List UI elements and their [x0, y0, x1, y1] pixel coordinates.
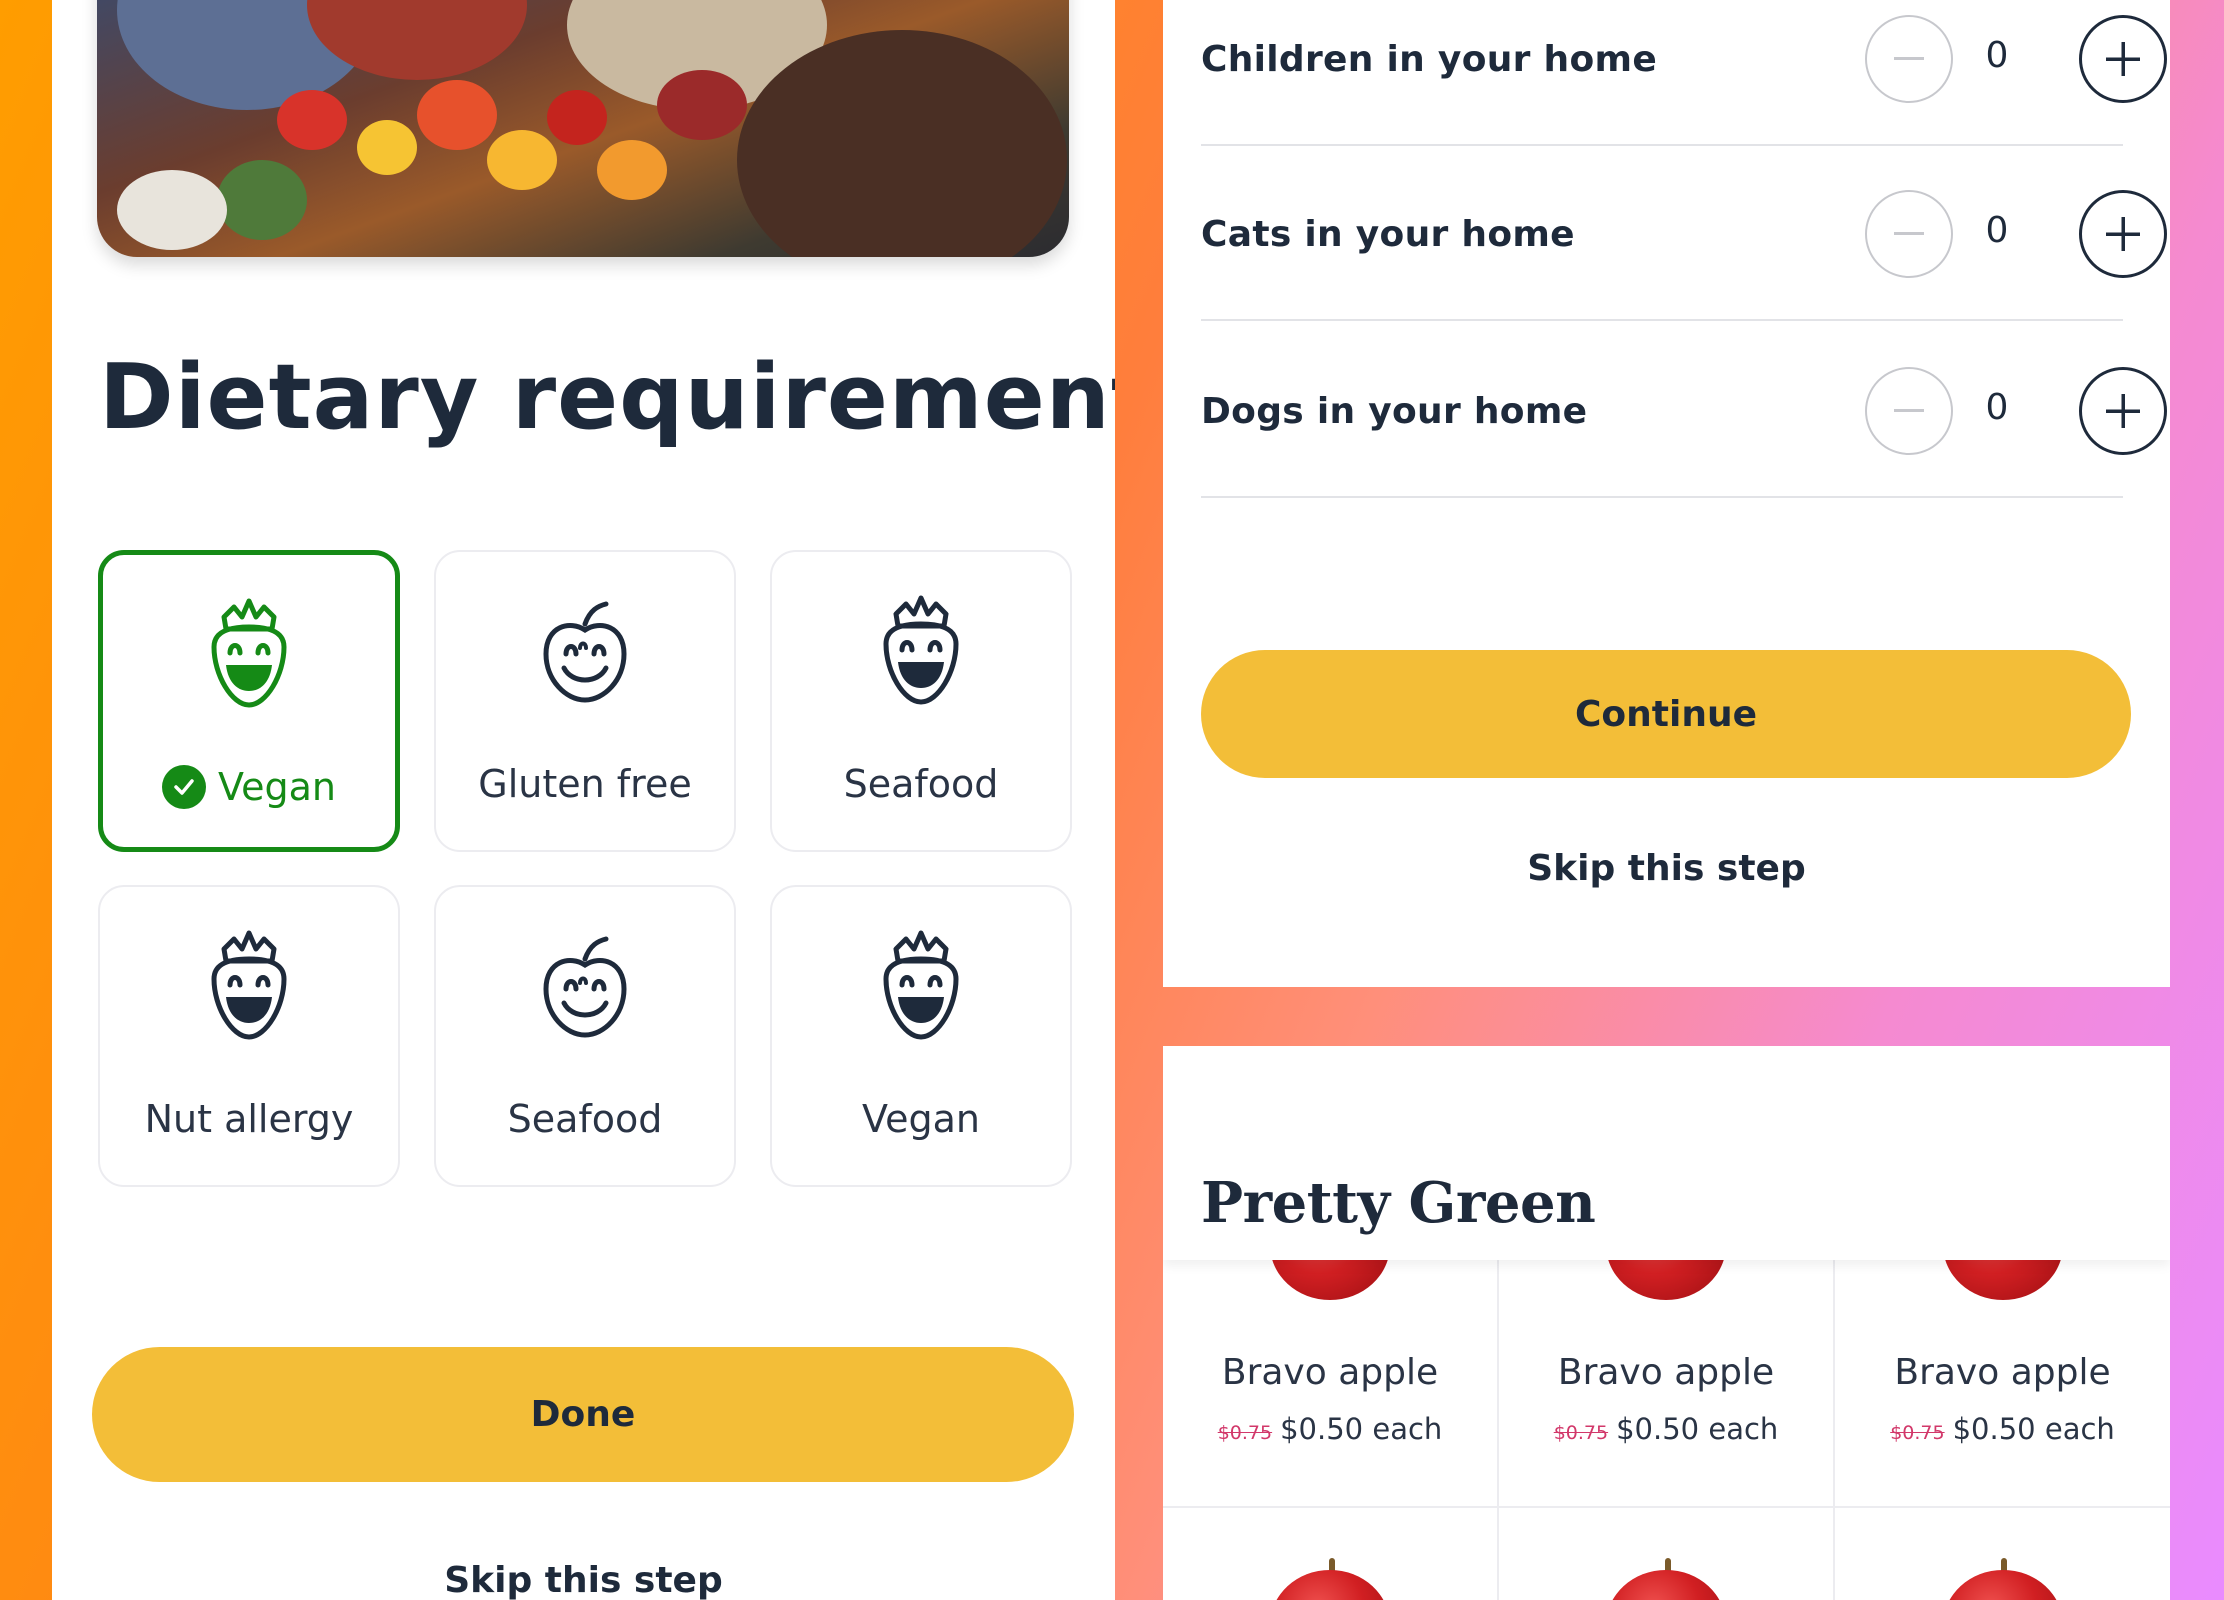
counter-row-cats: Cats in your home 0 — [1201, 146, 2167, 321]
product-card[interactable] — [1835, 1508, 2170, 1600]
diet-option-label: Vegan — [218, 765, 336, 809]
original-price: $0.75 — [1890, 1422, 1945, 1444]
strawberry-face-icon — [211, 598, 287, 708]
increment-button[interactable] — [2079, 367, 2167, 455]
apple-image — [1606, 1570, 1726, 1600]
counter-label: Cats in your home — [1201, 214, 1575, 255]
increment-button[interactable] — [2079, 15, 2167, 103]
product-name: Bravo apple — [1894, 1352, 2111, 1393]
counter-label: Dogs in your home — [1201, 391, 1588, 432]
minus-icon — [1894, 57, 1924, 60]
diet-option-seafood-2[interactable]: Seafood — [434, 885, 736, 1187]
counter-row-dogs: Dogs in your home 0 — [1201, 323, 2167, 498]
counter-value: 0 — [1985, 210, 2009, 251]
product-grid: Bravo apple $0.75 $0.50 each Bravo apple … — [1163, 1260, 2170, 1600]
done-button[interactable]: Done — [92, 1347, 1074, 1482]
minus-icon — [1894, 409, 1924, 412]
diet-options-grid: Vegan Gluten free Seafood Nut allergy Se… — [98, 550, 1073, 1190]
counter-label: Children in your home — [1201, 39, 1658, 80]
counter-value: 0 — [1985, 35, 2009, 76]
counter-value: 0 — [1985, 387, 2009, 428]
plus-icon — [2106, 217, 2140, 251]
product-card[interactable]: Bravo apple $0.75 $0.50 each — [1835, 1260, 2170, 1508]
plus-icon — [2106, 42, 2140, 76]
store-panel: Pretty Green Bravo apple $0.75 $0.50 each… — [1163, 1046, 2170, 1600]
apple-image — [1942, 1570, 2063, 1600]
product-card[interactable] — [1499, 1508, 1835, 1600]
strawberry-face-icon — [883, 930, 959, 1040]
product-card[interactable]: Bravo apple $0.75 $0.50 each — [1163, 1260, 1499, 1508]
decrement-button[interactable] — [1865, 15, 1953, 103]
diet-option-vegan[interactable]: Vegan — [98, 550, 400, 852]
continue-button[interactable]: Continue — [1201, 650, 2131, 778]
store-title: Pretty Green — [1201, 1170, 1596, 1236]
diet-option-gluten-free[interactable]: Gluten free — [434, 550, 736, 852]
household-panel: Children in your home 0 Cats in your hom… — [1163, 0, 2170, 987]
product-price: $0.50 each — [1616, 1412, 1779, 1446]
diet-option-label: Vegan — [862, 1097, 980, 1141]
product-name: Bravo apple — [1221, 1352, 1439, 1393]
increment-button[interactable] — [2079, 190, 2167, 278]
diet-option-vegan-2[interactable]: Vegan — [770, 885, 1072, 1187]
product-card[interactable]: Bravo apple $0.75 $0.50 each — [1499, 1260, 1835, 1508]
apple-image — [1270, 1570, 1390, 1600]
minus-icon — [1894, 232, 1924, 235]
apple-image — [1606, 1260, 1726, 1300]
hero-photo — [97, 0, 1069, 257]
original-price: $0.75 — [1217, 1422, 1273, 1444]
diet-option-seafood[interactable]: Seafood — [770, 550, 1072, 852]
product-card[interactable] — [1163, 1508, 1499, 1600]
apple-image — [1270, 1260, 1390, 1300]
dietary-panel: Dietary requirements Vegan Gluten free S… — [52, 0, 1115, 1600]
original-price: $0.75 — [1553, 1422, 1609, 1444]
check-icon — [162, 765, 207, 809]
diet-option-nut-allergy[interactable]: Nut allergy — [98, 885, 400, 1187]
skip-step-link[interactable]: Skip this step — [1163, 848, 2170, 889]
diet-option-label: Gluten free — [478, 762, 692, 806]
page-title: Dietary requirements — [99, 345, 1115, 450]
apple-face-icon — [543, 601, 627, 703]
skip-step-link[interactable]: Skip this step — [52, 1560, 1115, 1600]
apple-image — [1942, 1260, 2063, 1300]
strawberry-face-icon — [883, 595, 959, 705]
strawberry-face-icon — [211, 930, 287, 1040]
product-price: $0.50 each — [1280, 1412, 1443, 1446]
store-header: Pretty Green — [1163, 1046, 2170, 1260]
decrement-button[interactable] — [1865, 367, 1953, 455]
apple-face-icon — [543, 936, 627, 1038]
product-price: $0.50 each — [1952, 1412, 2115, 1446]
plus-icon — [2106, 394, 2140, 428]
counter-row-children: Children in your home 0 — [1201, 0, 2167, 146]
decrement-button[interactable] — [1865, 190, 1953, 278]
diet-option-label: Seafood — [843, 762, 999, 806]
diet-option-label: Seafood — [507, 1097, 663, 1141]
product-name: Bravo apple — [1557, 1352, 1775, 1393]
diet-option-label: Nut allergy — [144, 1097, 354, 1141]
